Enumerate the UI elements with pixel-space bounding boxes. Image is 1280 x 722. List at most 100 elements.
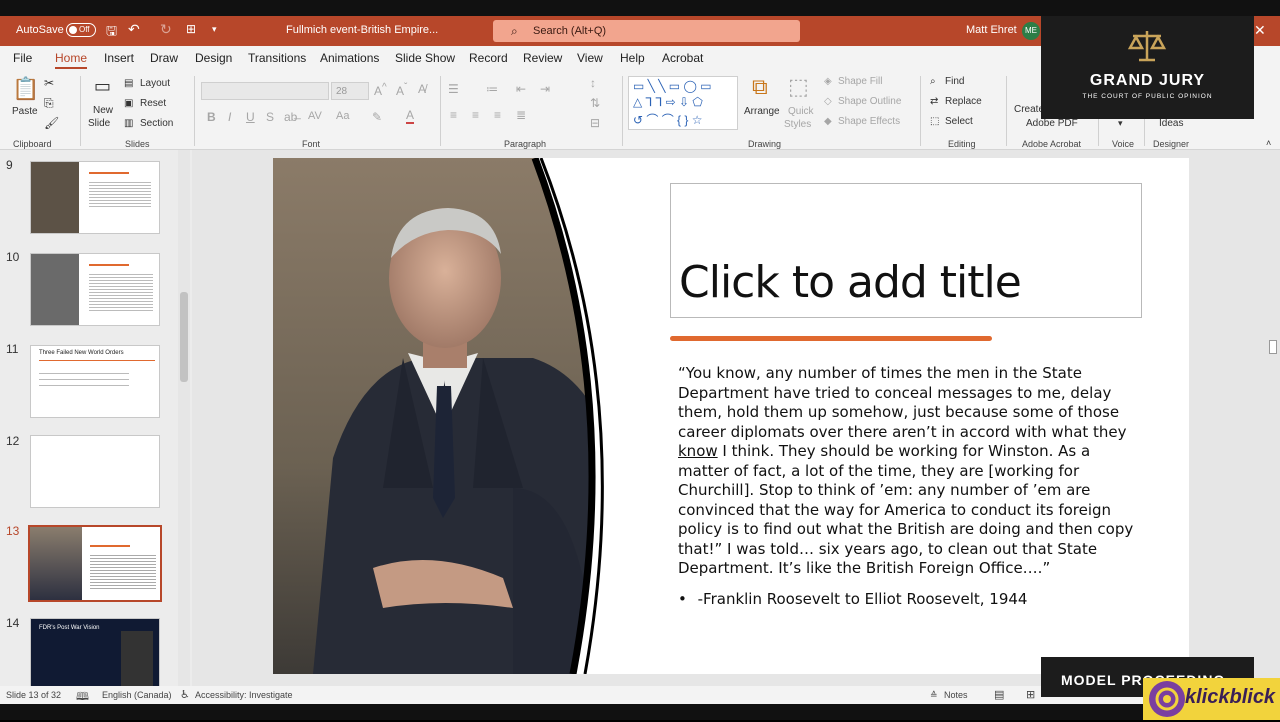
slide-counter: Slide 13 of 32	[6, 690, 62, 700]
reset-button[interactable]: Reset	[140, 98, 166, 109]
shape-effects-button[interactable]: Shape Effects	[838, 116, 900, 127]
thumb-text-lines	[89, 180, 151, 208]
paste-icon[interactable]: 📋	[12, 76, 39, 102]
slide-13[interactable]: Click to add title “You know, any number…	[273, 158, 1189, 674]
change-case-icon[interactable]: Aa	[336, 110, 349, 122]
tab-record[interactable]: Record	[469, 51, 508, 65]
font-size-box[interactable]: 28	[331, 82, 369, 100]
section-button[interactable]: Section	[140, 118, 173, 129]
line-spacing-icon[interactable]: ↕	[590, 76, 596, 90]
search-box[interactable]: ⌕ Search (Alt+Q)	[493, 20, 800, 42]
bullets-icon[interactable]: ☰	[448, 82, 459, 96]
slide-thumbnail-12[interactable]	[30, 435, 160, 508]
redo-icon[interactable]: ↻	[160, 21, 172, 38]
ideas-button[interactable]: Ideas	[1159, 118, 1183, 129]
align-text-icon[interactable]: ⊟	[590, 116, 600, 130]
cut-icon[interactable]: ✂	[44, 76, 54, 90]
language-label[interactable]: English (Canada)	[102, 690, 172, 700]
align-center-icon[interactable]: ≡	[472, 108, 479, 122]
replace-button[interactable]: Replace	[945, 96, 982, 107]
shapes-gallery[interactable]: ▭ ╲ ╲ ▭ ◯ ▭ △ ⅂ ⅂ ⇨ ⇩ ⬠ ↺ ⌒ ⌒ { } ☆	[628, 76, 738, 130]
align-right-icon[interactable]: ≡	[494, 108, 501, 122]
slide-thumbnail-10[interactable]	[30, 253, 160, 326]
paste-button[interactable]: Paste	[12, 106, 38, 117]
text-direction-icon[interactable]: ⇅	[590, 96, 600, 110]
layout-button[interactable]: Layout	[140, 78, 170, 89]
justify-icon[interactable]: ≣	[516, 108, 526, 122]
avatar[interactable]: ME	[1022, 22, 1040, 40]
autosave-toggle[interactable]: Off	[66, 23, 96, 37]
present-icon[interactable]: ⊞	[186, 22, 196, 36]
arrange-icon[interactable]: ⧉	[752, 74, 768, 100]
slide-sorter-icon[interactable]: ⊞	[1026, 688, 1035, 701]
tab-draw[interactable]: Draw	[150, 51, 178, 65]
user-name[interactable]: Matt Ehret	[966, 24, 1017, 36]
customize-qat-icon[interactable]: ▾	[212, 24, 217, 35]
quick-styles-label-1[interactable]: Quick	[788, 106, 814, 117]
grand-jury-overlay: GRAND JURY THE COURT OF PUBLIC OPINION	[1041, 16, 1254, 119]
quote-text-box[interactable]: “You know, any number of times the men i…	[678, 364, 1138, 579]
tab-home[interactable]: Home	[55, 51, 88, 69]
tab-review[interactable]: Review	[523, 51, 562, 65]
ribbon-divider	[622, 76, 623, 146]
arrange-button[interactable]: Arrange	[744, 106, 780, 117]
tab-view[interactable]: View	[577, 51, 603, 65]
tab-design[interactable]: Design	[195, 51, 232, 65]
collapse-ribbon-icon[interactable]: ˄	[1266, 138, 1271, 148]
undo-icon[interactable]: ↶	[128, 21, 140, 38]
quick-styles-label-2[interactable]: Styles	[784, 119, 811, 130]
shadow-icon[interactable]: S	[266, 110, 274, 124]
new-slide-icon[interactable]: ▭	[94, 76, 111, 97]
decrease-indent-icon[interactable]: ⇤	[516, 82, 526, 96]
tab-help[interactable]: Help	[620, 51, 645, 65]
tab-transitions[interactable]: Transitions	[248, 51, 306, 65]
align-left-icon[interactable]: ≡	[450, 108, 457, 122]
tab-acrobat[interactable]: Acrobat	[662, 51, 703, 65]
create-pdf-label-2[interactable]: Adobe PDF	[1026, 118, 1078, 129]
format-painter-icon[interactable]: 🖌	[44, 116, 59, 130]
increase-indent-icon[interactable]: ⇥	[540, 82, 550, 96]
slide-thumbnail-13-selected[interactable]	[28, 525, 162, 602]
shape-outline-button[interactable]: Shape Outline	[838, 96, 901, 107]
slide-thumbnail-9[interactable]	[30, 161, 160, 234]
strikethrough-icon[interactable]: ab̶	[284, 110, 297, 124]
save-icon[interactable]: 🖫	[106, 22, 117, 44]
slide-thumbnail-14[interactable]: FDR's Post War Vision	[30, 618, 160, 686]
scrollbar-thumb[interactable]	[180, 292, 188, 382]
normal-view-icon[interactable]: ▤	[994, 688, 1004, 701]
shape-fill-button[interactable]: Shape Fill	[838, 76, 882, 87]
document-title[interactable]: Fullmich event-British Empire...	[286, 24, 438, 36]
tab-file[interactable]: File	[13, 51, 32, 65]
numbering-icon[interactable]: ≔	[486, 82, 498, 96]
attribution-bullet[interactable]: • -Franklin Roosevelt to Elliot Roosevel…	[678, 590, 1027, 608]
tab-insert[interactable]: Insert	[104, 51, 134, 65]
find-button[interactable]: Find	[945, 76, 964, 87]
create-pdf-label-1[interactable]: Create	[1014, 104, 1044, 115]
select-button[interactable]: Select	[945, 116, 973, 127]
underline-icon[interactable]: U	[246, 110, 255, 124]
thumbnail-scrollbar[interactable]	[178, 150, 190, 686]
dictate-dropdown-icon[interactable]: ▾	[1118, 118, 1123, 129]
copy-icon[interactable]: ⎘	[44, 96, 54, 111]
accessibility-status[interactable]: Accessibility: Investigate	[195, 690, 293, 700]
slide-scrollbar-thumb[interactable]	[1269, 340, 1277, 354]
slide-thumbnail-11[interactable]: Three Failed New World Orders	[30, 345, 160, 418]
bold-icon[interactable]: B	[207, 110, 216, 124]
italic-icon[interactable]: I	[228, 110, 231, 124]
tab-slide-show[interactable]: Slide Show	[395, 51, 455, 65]
font-name-box[interactable]	[201, 82, 329, 100]
highlight-icon[interactable]: ✎	[372, 110, 382, 124]
notes-button[interactable]: Notes	[944, 690, 968, 700]
clear-format-icon[interactable]: A̸	[418, 82, 426, 96]
font-color-icon[interactable]: A	[406, 108, 415, 124]
title-placeholder[interactable]: Click to add title	[670, 183, 1142, 318]
char-spacing-icon[interactable]: AV	[308, 110, 322, 122]
slide-scrollbar[interactable]	[1266, 150, 1280, 686]
tab-animations[interactable]: Animations	[320, 51, 379, 65]
quick-styles-icon[interactable]: ⬚	[788, 74, 809, 100]
new-slide-label-2[interactable]: Slide	[88, 118, 110, 129]
grow-font-icon[interactable]: A^	[374, 82, 387, 98]
shrink-font-icon[interactable]: Aˇ	[396, 82, 407, 98]
close-icon[interactable]: ✕	[1254, 22, 1266, 39]
new-slide-label-1[interactable]: New	[93, 105, 113, 116]
